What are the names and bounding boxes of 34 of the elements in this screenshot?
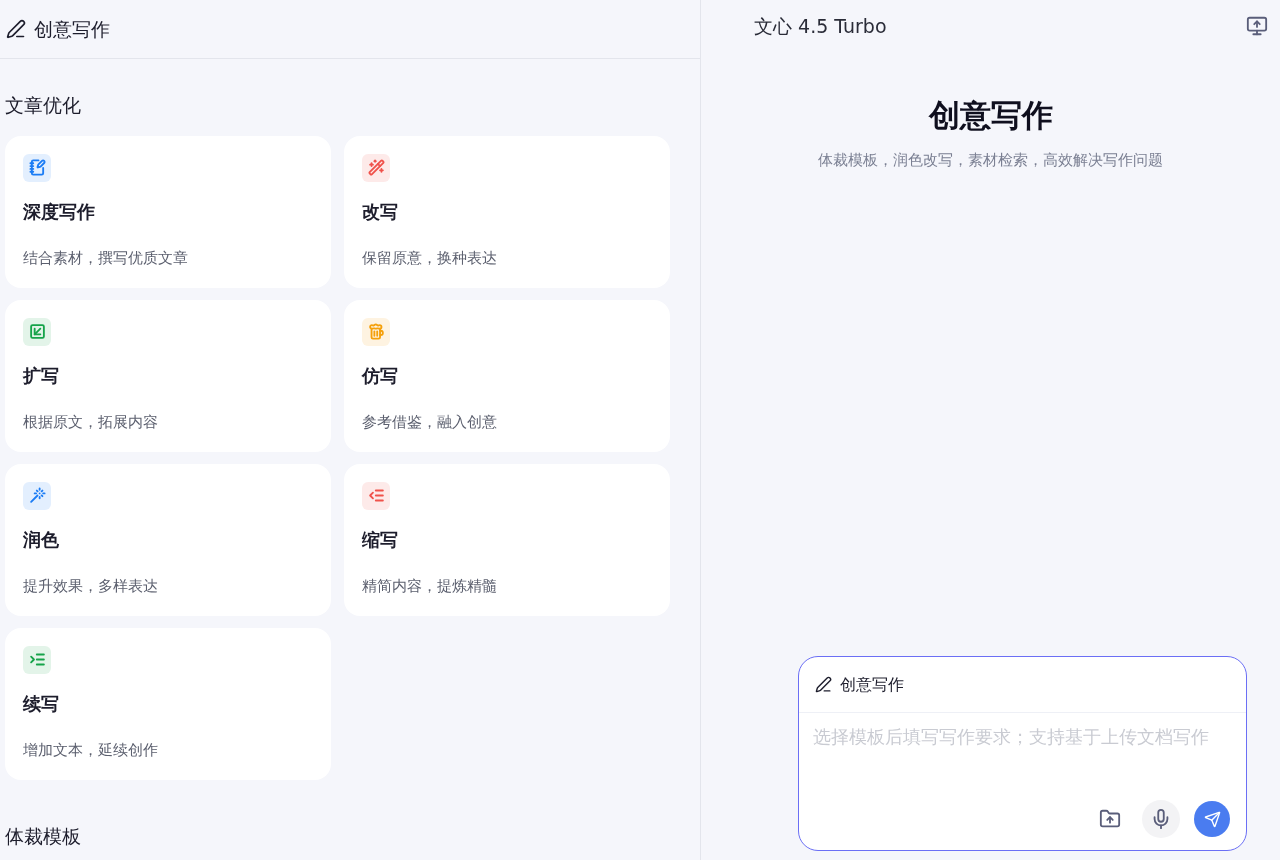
feature-card[interactable]: 深度写作 结合素材，撰写优质文章 xyxy=(5,135,331,288)
card-description: 参考借鉴，融入创意 xyxy=(362,411,497,432)
feature-card[interactable]: 续写 增加文本，延续创作 xyxy=(5,627,331,780)
card-title: 深度写作 xyxy=(23,199,95,224)
pen-icon xyxy=(6,19,26,39)
page-title: 创意写作 xyxy=(34,16,110,42)
section-title: 体裁模板 xyxy=(5,823,81,849)
feature-card[interactable]: 缩写 精简内容，提炼精髓 xyxy=(344,463,670,616)
feature-card[interactable]: 仿写 参考借鉴，融入创意 xyxy=(344,299,670,452)
card-description: 增加文本，延续创作 xyxy=(23,739,158,760)
mode-label: 创意写作 xyxy=(840,673,904,696)
feature-card[interactable]: 改写 保留原意，换种表达 xyxy=(344,135,670,288)
card-title: 缩写 xyxy=(362,527,398,552)
card-title: 润色 xyxy=(23,527,59,552)
pen-icon xyxy=(815,676,832,693)
card-description: 提升效果，多样表达 xyxy=(23,575,158,596)
card-description: 根据原文，拓展内容 xyxy=(23,411,158,432)
card-title: 改写 xyxy=(362,199,398,224)
card-description: 结合素材，撰写优质文章 xyxy=(23,247,188,268)
card-description: 保留原意，换种表达 xyxy=(362,247,497,268)
feature-card[interactable]: 扩写 根据原文，拓展内容 xyxy=(5,299,331,452)
section-title: 文章优化 xyxy=(5,93,81,118)
hero-subtitle: 体裁模板，润色改写，素材检索，高效解决写作问题 xyxy=(818,149,1163,171)
send-icon xyxy=(1203,810,1221,828)
card-title: 仿写 xyxy=(362,363,398,388)
card-title: 续写 xyxy=(23,691,59,716)
card-description: 精简内容，提炼精髓 xyxy=(362,575,497,596)
microphone-button[interactable] xyxy=(1142,800,1180,838)
card-title: 扩写 xyxy=(23,363,59,388)
model-name[interactable]: 文心 4.5 Turbo xyxy=(754,11,887,41)
folder-upload-icon xyxy=(1099,808,1121,830)
send-button[interactable] xyxy=(1194,801,1230,837)
hero-title: 创意写作 xyxy=(928,96,1053,135)
feature-card[interactable]: 润色 提升效果，多样表达 xyxy=(5,463,331,616)
